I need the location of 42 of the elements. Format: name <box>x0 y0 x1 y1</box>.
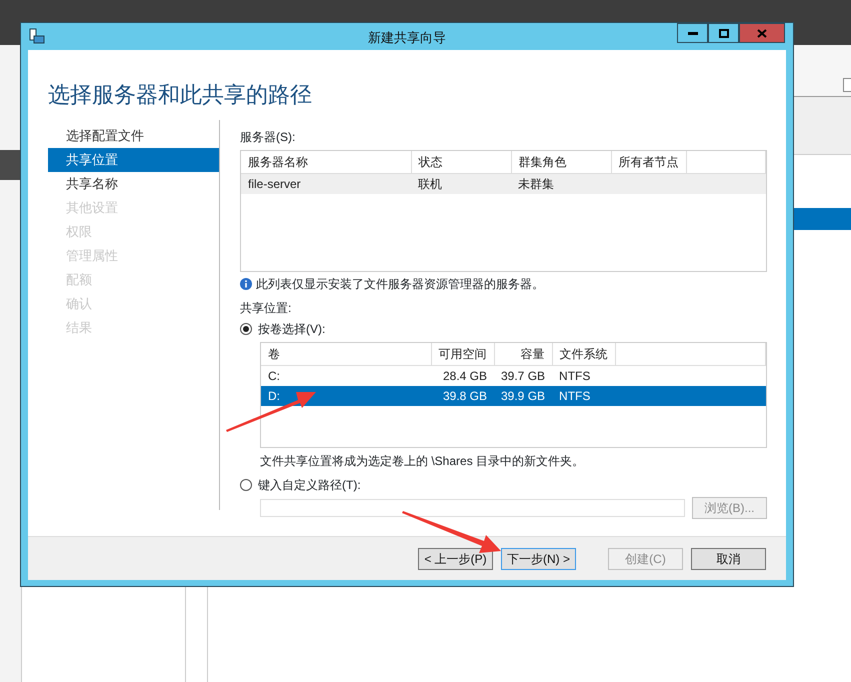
table-cell: 39.8 GB <box>431 386 494 406</box>
wizard-icon <box>29 28 45 45</box>
section-label: 服务器(S): <box>240 129 296 146</box>
maximize-button[interactable] <box>708 23 739 43</box>
list-row[interactable]: file-server 联机 未群集 <box>241 174 766 194</box>
wizard-button[interactable]: 下一步(N) > <box>501 548 576 570</box>
radio-button[interactable]: 按卷选择(V): <box>240 320 326 338</box>
table-cell: C: <box>261 366 431 386</box>
table-cell: NTFS <box>552 386 616 406</box>
section-label: 共享位置: <box>240 300 292 317</box>
list-row[interactable]: C: 28.4 GB 39.7 GB NTFS <box>261 366 766 386</box>
column-header[interactable]: 卷 <box>261 343 431 366</box>
wizard-step[interactable]: 共享名称 <box>48 172 219 196</box>
info-icon <box>240 278 252 290</box>
table-cell: 39.7 GB <box>494 366 552 386</box>
wizard-step[interactable]: 选择配置文件 <box>48 124 219 148</box>
expand-handle[interactable] <box>0 150 20 180</box>
table-cell: D: <box>261 386 431 406</box>
table-cell: 39.9 GB <box>494 386 552 406</box>
radio-button[interactable]: 键入自定义路径(T): <box>240 476 361 494</box>
table-cell: 未群集 <box>511 174 611 194</box>
volume-note: 文件共享位置将成为选定卷上的 \Shares 目录中的新文件夹。 <box>260 453 586 470</box>
column-header[interactable]: 可用空间 <box>431 343 494 366</box>
close-icon <box>757 28 767 38</box>
list-row[interactable]: D: 39.8 GB 39.9 GB NTFS <box>261 386 766 406</box>
path-field[interactable] <box>260 499 685 517</box>
table-cell: 联机 <box>411 174 511 194</box>
wizard-button[interactable]: 取消 <box>691 548 766 570</box>
table-cell: 28.4 GB <box>431 366 494 386</box>
table-cell: NTFS <box>552 366 616 386</box>
wizard-step[interactable]: 共享位置 <box>48 148 219 172</box>
column-header[interactable]: 文件系统 <box>552 343 616 366</box>
close-button[interactable] <box>739 23 785 43</box>
maximize-icon <box>718 28 728 38</box>
window-title: 新建共享向导 <box>367 29 447 47</box>
table-cell: file-server <box>241 174 411 194</box>
page-heading: 选择服务器和此共享的路径 <box>47 81 313 109</box>
column-header[interactable]: 容量 <box>494 343 552 366</box>
minimize-icon <box>688 32 698 34</box>
minimize-button[interactable] <box>677 23 708 43</box>
wizard-button[interactable]: < 上一步(P) <box>418 548 493 570</box>
info-note: 此列表仅显示安装了文件服务器资源管理器的服务器。 <box>256 276 544 293</box>
